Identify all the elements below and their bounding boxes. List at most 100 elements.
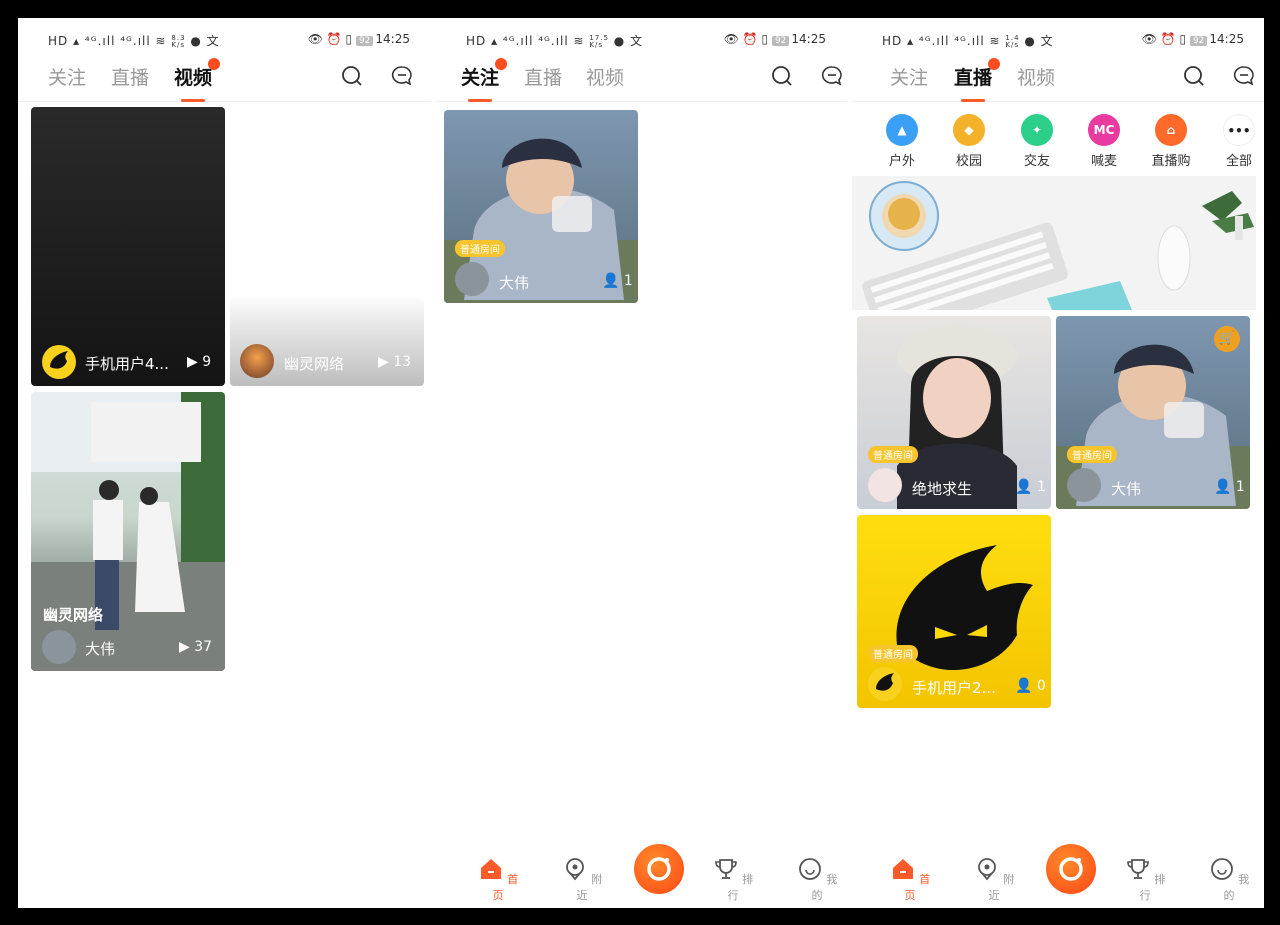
trophy-icon: [714, 859, 737, 879]
dancer-icon: ✦: [1021, 114, 1053, 146]
status-left: HD ▴ ⁴ᴳ.ıll ⁴ᴳ.ıll ≋ 17.5 K/s ● 文: [466, 33, 644, 49]
screen-video: HD ▴ ⁴ᴳ.ıll ⁴ᴳ.ıll ≋ 8.3 K/s ● 文 👁 ⏰ ▯ 92…: [18, 18, 430, 908]
search-icon[interactable]: [340, 64, 364, 88]
viewer-count: 👤 1: [1214, 479, 1245, 495]
tab-video[interactable]: 视频: [586, 63, 624, 90]
viewer-count: 👤 1: [1015, 479, 1046, 495]
nav-nearby[interactable]: 附近: [557, 856, 607, 903]
status-left: HD ▴ ⁴ᴳ.ıll ⁴ᴳ.ıll ≋ 8.3 K/s ● 文: [48, 33, 220, 49]
banner-image: [862, 181, 1254, 310]
avatar: [42, 630, 76, 664]
category-label: 交友: [1023, 154, 1050, 169]
status-left: HD ▴ ⁴ᴳ.ıll ⁴ᴳ.ıll ≋ 1.4 K/s ● 文: [882, 33, 1054, 49]
room-tag: 普通房间: [1067, 446, 1117, 463]
tab-live[interactable]: 直播: [954, 58, 1001, 102]
live-room-card[interactable]: 普通房间 手机用户2... 👤 0: [857, 515, 1051, 708]
video-author: 手机用户4...: [85, 355, 169, 373]
top-tabs: 关注 直播 视频: [852, 58, 1264, 102]
avatar: [42, 345, 76, 379]
graduation-cap-icon: ◆: [953, 114, 985, 146]
video-card[interactable]: 手机用户4... ▶ 9: [31, 107, 225, 386]
tab-live[interactable]: 直播: [524, 63, 562, 90]
message-icon[interactable]: [820, 64, 844, 88]
category-mc[interactable]: MC 喊麦: [1076, 114, 1132, 169]
video-caption: 幽灵网络: [43, 606, 104, 624]
play-count: ▶ 13: [378, 354, 412, 370]
nav-mine[interactable]: 我的: [792, 856, 842, 903]
video-author: 幽灵网络: [284, 355, 345, 373]
message-icon[interactable]: [390, 64, 414, 88]
room-host: 大伟: [499, 274, 530, 292]
notification-dot: [495, 58, 508, 70]
room-tag: 普通房间: [455, 240, 505, 257]
nav-nearby[interactable]: 附近: [969, 856, 1019, 903]
cart-icon: 🛒: [1214, 326, 1240, 352]
avatar: [1067, 468, 1101, 502]
video-card[interactable]: 幽灵网络 ▶ 13: [230, 298, 424, 386]
shopping-bag-icon: ⌂: [1155, 114, 1187, 146]
more-dots-icon: •••: [1223, 114, 1255, 146]
category-social[interactable]: ✦ 交友: [1009, 114, 1065, 169]
category-label: 校园: [955, 154, 982, 169]
tab-video[interactable]: 视频: [174, 58, 221, 102]
app-frame: HD ▴ ⁴ᴳ.ıll ⁴ᴳ.ıll ≋ 8.3 K/s ● 文 👁 ⏰ ▯ 92…: [18, 18, 1264, 908]
tab-follow[interactable]: 关注: [461, 58, 508, 102]
status-bar: HD ▴ ⁴ᴳ.ıll ⁴ᴳ.ıll ≋ 1.4 K/s ● 文 👁 ⏰ ▯ 92…: [852, 30, 1264, 50]
viewer-count: 👤 0: [1015, 678, 1046, 694]
play-count: ▶ 37: [179, 639, 213, 655]
category-live-shopping[interactable]: ⌂ 直播购: [1143, 114, 1199, 169]
video-card[interactable]: 幽灵网络 大伟 ▶ 37: [31, 392, 225, 671]
location-pin-icon: [977, 858, 996, 881]
tab-video[interactable]: 视频: [1017, 63, 1055, 90]
mc-icon: MC: [1088, 114, 1120, 146]
camera-icon: [1059, 857, 1083, 881]
live-room-card[interactable]: 🛒 普通房间 大伟 👤 1: [1056, 316, 1250, 509]
room-tag: 普通房间: [868, 446, 918, 463]
room-host: 绝地求生: [912, 480, 973, 498]
start-live-button[interactable]: [1046, 844, 1096, 894]
bottom-nav: 首页 附近 排行 我的: [852, 828, 1264, 908]
video-author: 大伟: [85, 640, 116, 658]
location-pin-icon: [565, 858, 584, 881]
tab-underline: [961, 99, 986, 102]
category-all[interactable]: ••• 全部: [1211, 114, 1264, 169]
tab-live[interactable]: 直播: [111, 63, 149, 90]
avatar: [455, 262, 489, 296]
nav-mine[interactable]: 我的: [1204, 856, 1254, 903]
category-campus[interactable]: ◆ 校园: [941, 114, 997, 169]
home-icon: [892, 859, 913, 879]
live-room-card[interactable]: 普通房间 大伟 👤 1: [444, 110, 638, 303]
avatar: [240, 344, 274, 378]
tab-underline: [468, 99, 493, 102]
smile-face-icon: [798, 858, 821, 880]
tab-follow[interactable]: 关注: [48, 63, 86, 90]
live-room-card[interactable]: 普通房间 绝地求生 👤 1: [857, 316, 1051, 509]
banner[interactable]: [852, 176, 1256, 310]
tab-follow[interactable]: 关注: [890, 63, 928, 90]
bottom-nav: 首页 附近 排行 我的: [436, 828, 846, 908]
search-icon[interactable]: [770, 64, 794, 88]
avatar: [868, 667, 902, 701]
category-label: 喊麦: [1090, 154, 1117, 169]
tab-underline: [181, 99, 206, 102]
play-count: ▶ 9: [187, 354, 212, 370]
nav-home[interactable]: 首页: [473, 856, 523, 903]
category-outdoor[interactable]: ▲ 户外: [874, 114, 930, 169]
status-right: 👁 ⏰ ▯ 92 14:25: [723, 32, 826, 46]
category-label: 直播购: [1151, 154, 1191, 169]
status-bar: HD ▴ ⁴ᴳ.ıll ⁴ᴳ.ıll ≋ 17.5 K/s ● 文 👁 ⏰ ▯ 9…: [436, 30, 846, 50]
status-right: 👁 ⏰ ▯ 92 14:25: [307, 32, 410, 46]
top-tabs: 关注 直播 视频: [18, 58, 430, 102]
trophy-icon: [1126, 859, 1149, 879]
nav-rank[interactable]: 排行: [1120, 856, 1170, 903]
start-live-button[interactable]: [634, 844, 684, 894]
smile-face-icon: [1210, 858, 1233, 880]
viewer-count: 👤 1: [602, 273, 633, 289]
avatar: [868, 468, 902, 502]
nav-home[interactable]: 首页: [885, 856, 935, 903]
room-host: 手机用户2...: [912, 679, 996, 697]
search-icon[interactable]: [1182, 64, 1206, 88]
message-icon[interactable]: [1232, 64, 1256, 88]
nav-rank[interactable]: 排行: [708, 856, 758, 903]
notification-dot: [208, 58, 221, 70]
